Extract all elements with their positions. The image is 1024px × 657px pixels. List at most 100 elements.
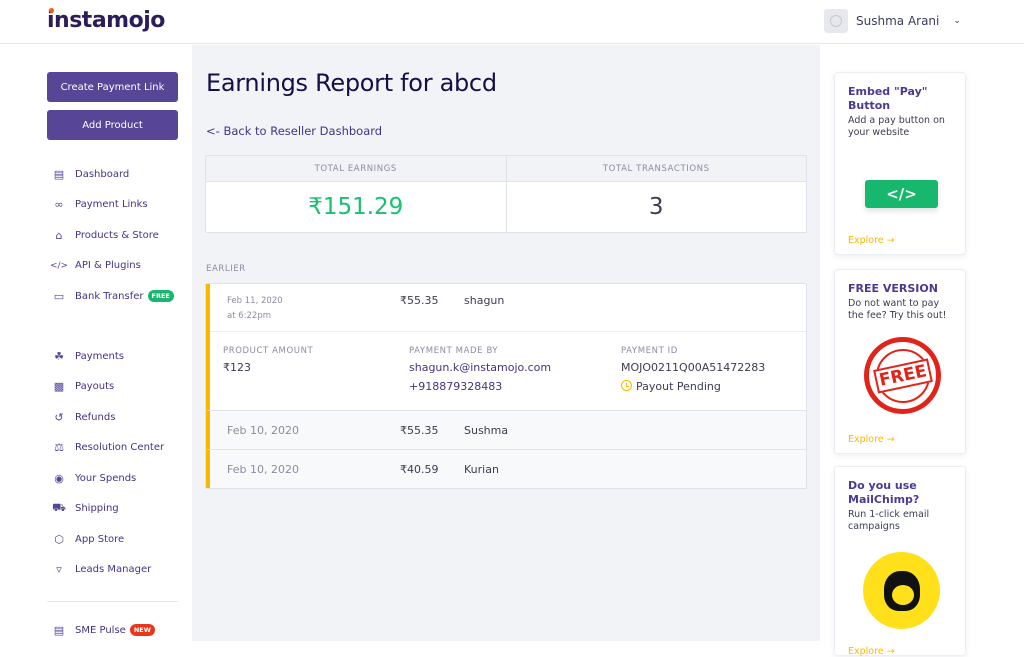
payout-status: Payout Pending [621, 377, 765, 396]
stamp-text: FREE [872, 357, 933, 394]
sidebar-item-label: Products & Store [75, 229, 159, 241]
section-label-earlier: EARLIER [206, 264, 246, 274]
payment-id-label: PAYMENT ID [621, 346, 678, 356]
chevron-down-icon[interactable]: ⌄ [953, 16, 961, 26]
total-transactions-value: 3 [648, 194, 664, 220]
payment-made-by-col: PAYMENT MADE BY shagun.k@instamojo.com +… [409, 344, 621, 398]
transaction-details: PRODUCT AMOUNT ₹123 PAYMENT MADE BY shag… [210, 331, 806, 410]
sidebar-item-api-plugins[interactable]: </> API & Plugins [49, 251, 187, 282]
main-content: Earnings Report for abcd <- Back to Rese… [192, 45, 820, 641]
transaction-row: Feb 10, 2020 ₹55.35 Sushma [206, 410, 806, 449]
bank-transfer-icon: ▭ [53, 289, 65, 303]
explore-link[interactable]: Explore → [848, 434, 895, 445]
sidebar-item-bank-transfer[interactable]: ▭ Bank Transfer FREE [52, 281, 187, 312]
new-badge: NEW [129, 624, 155, 637]
sidebar-item-refunds[interactable]: ↺ Refunds [52, 402, 187, 433]
logo-text: instamojo [47, 8, 165, 33]
sidebar-item-shipping[interactable]: ⛟ Shipping [52, 494, 187, 525]
sidebar-item-label: Resolution Center [75, 442, 165, 454]
sidebar-item-payments[interactable]: ☘ Payments [52, 341, 187, 372]
sidebar-item-label: Payouts [75, 381, 115, 393]
instamojo-logo[interactable]: instamojo [47, 8, 165, 33]
buyer-email-link[interactable]: shagun.k@instamojo.com [409, 358, 621, 377]
transaction-customer: shagun [464, 294, 505, 307]
nav-group-main: ▤ Dashboard ∞ Payment Links ⌂ Products &… [49, 159, 187, 312]
sidebar-item-label: Leads Manager [75, 564, 152, 576]
sidebar-item-products-store[interactable]: ⌂ Products & Store [52, 220, 187, 251]
transaction-amount: ₹40.59 [400, 462, 439, 476]
clock-icon [621, 380, 632, 391]
transaction-summary[interactable]: Feb 10, 2020 ₹55.35 Sushma [210, 411, 806, 449]
sidebar-item-app-store[interactable]: ⬡ App Store [52, 524, 187, 555]
sidebar-item-dashboard[interactable]: ▤ Dashboard [52, 159, 187, 190]
store-icon: ⌂ [55, 228, 63, 242]
promo-title: Embed "Pay" Button [848, 85, 928, 112]
sidebar-item-payment-links[interactable]: ∞ Payment Links [52, 190, 187, 221]
sidebar-item-label: Shipping [75, 503, 119, 515]
sidebar-item-label: Refunds [75, 411, 116, 423]
sidebar: Create Payment Link Add Product ▤ Dashbo… [0, 45, 192, 641]
sidebar-item-resolution-center[interactable]: ⚖ Resolution Center [52, 433, 187, 464]
mailchimp-logo-icon [863, 552, 940, 629]
total-earnings-value: ₹151.29 [308, 194, 404, 220]
create-payment-link-button[interactable]: Create Payment Link [47, 72, 178, 102]
nav-group-payments: ☘ Payments ▩ Payouts ↺ Refunds ⚖ Resolut… [52, 341, 187, 585]
chimp-face [883, 570, 920, 611]
total-transactions-stat: TOTAL TRANSACTIONS 3 [505, 156, 806, 232]
sidebar-item-leads-manager[interactable]: ▿ Leads Manager [52, 555, 187, 586]
promo-description: Do not want to pay the fee? Try this out… [848, 298, 947, 321]
transaction-customer: Kurian [464, 462, 499, 476]
promo-sidebar: Embed "Pay" Button Add a pay button on y… [820, 45, 1024, 657]
promo-description: Run 1-click email campaigns [848, 509, 930, 532]
payment-id-value: MOJO0211Q00A51472283 [621, 361, 766, 374]
add-product-button[interactable]: Add Product [47, 110, 178, 140]
sidebar-item-label: Payment Links [75, 199, 148, 211]
buyer-phone-link[interactable]: +918879328483 [409, 377, 621, 396]
stats-panel: TOTAL EARNINGS ₹151.29 TOTAL TRANSACTION… [205, 155, 807, 233]
transaction-row: Feb 11, 2020 at 6:22pm ₹55.35 shagun PRO… [206, 284, 806, 410]
sidebar-item-label: Dashboard [75, 168, 130, 180]
sidebar-item-label: SME Pulse [75, 624, 126, 636]
payouts-icon: ▩ [53, 380, 65, 394]
transaction-row: Feb 10, 2020 ₹40.59 Kurian [206, 449, 806, 488]
transaction-date: Feb 10, 2020 [227, 423, 299, 437]
sidebar-item-label: App Store [75, 533, 125, 545]
transaction-amount: ₹55.35 [400, 423, 439, 437]
sidebar-item-label: API & Plugins [75, 260, 141, 272]
refunds-icon: ↺ [54, 410, 64, 424]
explore-link[interactable]: Explore → [848, 646, 895, 657]
page-title: Earnings Report for abcd [206, 69, 497, 97]
sidebar-item-label: Your Spends [75, 472, 137, 484]
sidebar-item-label: Bank Transfer [75, 290, 144, 302]
total-earnings-label: TOTAL EARNINGS [206, 156, 506, 182]
product-amount-col: PRODUCT AMOUNT ₹123 [223, 344, 409, 398]
payout-status-text: Payout Pending [636, 380, 721, 393]
user-menu[interactable]: Sushma Arani ⌄ [824, 9, 961, 33]
free-stamp-icon: FREE [864, 337, 941, 414]
time-text: at 6:22pm [227, 311, 272, 321]
transaction-summary[interactable]: Feb 11, 2020 at 6:22pm ₹55.35 shagun [210, 284, 806, 331]
promo-card-free-version[interactable]: FREE VERSION Do not want to pay the fee?… [834, 269, 966, 454]
code-icon: </> [49, 260, 69, 271]
transaction-amount: ₹55.35 [400, 294, 439, 307]
explore-link[interactable]: Explore → [848, 235, 895, 246]
back-to-reseller-dashboard-link[interactable]: <- Back to Reseller Dashboard [206, 124, 382, 138]
funnel-icon: ▿ [56, 563, 62, 577]
payment-made-by-label: PAYMENT MADE BY [409, 346, 499, 356]
transaction-date: Feb 11, 2020 at 6:22pm [227, 294, 400, 324]
shipping-icon: ⛟ [52, 501, 66, 515]
promo-card-embed-pay-button[interactable]: Embed "Pay" Button Add a pay button on y… [834, 72, 966, 255]
promo-card-mailchimp[interactable]: Do you use MailChimp? Run 1-click email … [834, 466, 966, 657]
sidebar-divider [47, 601, 178, 602]
payments-icon: ☘ [54, 349, 64, 363]
newspaper-icon: ▤ [53, 623, 65, 637]
transaction-summary[interactable]: Feb 10, 2020 ₹40.59 Kurian [210, 450, 806, 488]
sidebar-item-payouts[interactable]: ▩ Payouts [52, 372, 187, 403]
total-transactions-label: TOTAL TRANSACTIONS [506, 156, 806, 182]
sidebar-item-your-spends[interactable]: ◉ Your Spends [52, 463, 187, 494]
transaction-customer: Sushma [464, 423, 509, 437]
dashboard-icon: ▤ [53, 167, 65, 181]
promo-title: FREE VERSION [848, 282, 938, 295]
user-icon [830, 15, 842, 27]
sidebar-item-label: Payments [75, 350, 124, 362]
